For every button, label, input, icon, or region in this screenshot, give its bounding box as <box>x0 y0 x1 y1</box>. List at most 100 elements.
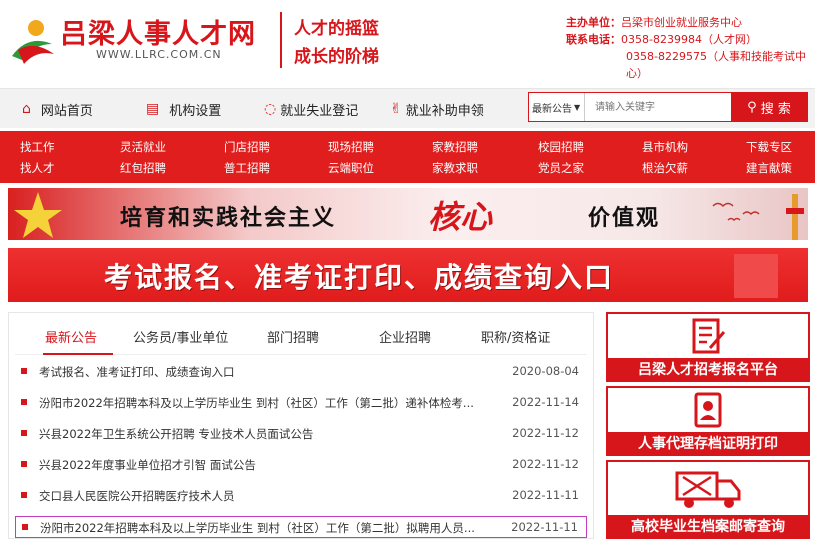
search-icon: ⚲ <box>747 99 757 115</box>
news-title[interactable]: 兴县2022年度事业单位招才引智 面试公告 <box>39 457 499 473</box>
search-select-value: 最新公告 <box>532 103 572 115</box>
card-label: 人事代理存档证明打印 <box>608 432 808 454</box>
logo-icon <box>12 20 54 64</box>
values-banner: 培育和实践社会主义 核心 价值观 <box>8 188 808 240</box>
menu-tutor-recruit[interactable]: 家教招聘 <box>432 139 478 155</box>
news-row[interactable]: 考试报名、准考证打印、成绩查询入口 2020-08-04 <box>15 361 587 383</box>
nav-employment-label: 就业失业登记 <box>280 103 359 119</box>
menu-county-org[interactable]: 县市机构 <box>642 139 688 155</box>
tab-latest[interactable]: 最新公告 <box>45 327 97 346</box>
news-title[interactable]: 考试报名、准考证打印、成绩查询入口 <box>39 364 499 380</box>
document-icon: ▤ <box>146 101 160 117</box>
site-title: 吕梁人事人才网 <box>60 19 256 50</box>
nav-home-label: 网站首页 <box>40 103 93 119</box>
news-date: 2022-11-14 <box>512 395 579 409</box>
phone1: 0358-8239984（人才网） <box>621 33 757 46</box>
search-button-label: 搜 索 <box>760 101 791 117</box>
card-exam-platform[interactable]: 吕梁人才招考报名平台 <box>606 312 810 382</box>
slogan-line1: 人才的摇篮 <box>294 19 379 39</box>
card-archive-print[interactable]: 人事代理存档证明打印 <box>606 386 810 456</box>
news-row[interactable]: 兴县2022年卫生系统公开招聘 专业技术人员面试公告 2022-11-12 <box>15 423 587 445</box>
header-divider <box>280 12 282 68</box>
nav-org-label: 机构设置 <box>169 103 222 119</box>
news-date: 2022-11-11 <box>512 488 579 502</box>
slogan-line2: 成长的阶梯 <box>294 47 379 67</box>
news-row[interactable]: 交口县人民医院公开招聘医疗技术人员 2022-11-11 <box>15 485 587 507</box>
thumb-icon: ✌ <box>390 101 402 117</box>
menu-redpacket-recruit[interactable]: 红包招聘 <box>120 160 166 176</box>
nav-home[interactable]: ⌂ 网站首页 <box>22 89 93 129</box>
search-category-select[interactable]: 最新公告 ▼ <box>529 93 585 121</box>
menu-onsite-recruit[interactable]: 现场招聘 <box>328 139 374 155</box>
search-button[interactable]: ⚲ 搜 索 <box>731 93 807 121</box>
menu-wage-arrears[interactable]: 根治欠薪 <box>642 160 688 176</box>
news-panel: 最新公告 公务员/事业单位 部门招聘 企业招聘 职称/资格证 考试报名、准考证打… <box>8 312 594 539</box>
news-title[interactable]: 汾阳市2022年招聘本科及以上学历毕业生 到村（社区）工作（第二批）拟聘用人员.… <box>40 520 500 536</box>
red-menu: 找工作 灵活就业 门店招聘 现场招聘 家教招聘 校园招聘 县市机构 下载专区 找… <box>0 131 815 183</box>
tab-certification[interactable]: 职称/资格证 <box>481 327 550 346</box>
menu-find-job[interactable]: 找工作 <box>20 139 55 155</box>
site-url: WWW.LLRC.COM.CN <box>96 48 222 61</box>
menu-tutor-seek[interactable]: 家教求职 <box>432 160 478 176</box>
values-text-left: 培育和实践社会主义 <box>120 205 337 231</box>
card-label: 吕梁人才招考报名平台 <box>608 358 808 380</box>
menu-find-talent[interactable]: 找人才 <box>20 160 55 176</box>
bullet-icon <box>21 461 27 467</box>
bullet-icon <box>21 399 27 405</box>
news-row[interactable]: 兴县2022年度事业单位招才引智 面试公告 2022-11-12 <box>15 454 587 476</box>
bullet-icon <box>21 430 27 436</box>
bullet-icon <box>21 368 27 374</box>
home-icon: ⌂ <box>22 101 31 117</box>
nav-employment[interactable]: ◌ 就业失业登记 <box>264 89 358 129</box>
nav-org[interactable]: ▤ 机构设置 <box>146 89 221 129</box>
host-label: 主办单位： <box>566 16 621 29</box>
chevron-down-icon: ▼ <box>574 102 581 112</box>
card-icon-area <box>608 462 808 516</box>
nav-subsidy-label: 就业补助申领 <box>405 103 484 119</box>
id-card-icon <box>694 392 722 428</box>
card-icon-area <box>608 314 808 358</box>
search-box: 最新公告 ▼ ⚲ 搜 索 <box>528 92 808 122</box>
phone-label: 联系电话： <box>566 33 621 46</box>
menu-cloud-jobs[interactable]: 云端职位 <box>328 160 374 176</box>
values-text-core: 核心 <box>428 198 493 236</box>
tiananmen-icon <box>786 194 804 240</box>
bullet-icon <box>21 492 27 498</box>
speech-icon: ◌ <box>264 101 277 117</box>
tab-enterprise[interactable]: 企业招聘 <box>379 327 431 346</box>
menu-suggestions[interactable]: 建言献策 <box>746 160 792 176</box>
banner-decoration <box>734 254 778 298</box>
nav-subsidy[interactable]: ✌ 就业补助申领 <box>390 89 484 129</box>
star-icon <box>14 192 62 238</box>
phone2: 0358-8229575（人事和技能考试中心） <box>626 50 806 80</box>
news-title[interactable]: 兴县2022年卫生系统公开招聘 专业技术人员面试公告 <box>39 426 499 442</box>
values-text-right: 价值观 <box>588 205 661 231</box>
exam-entry-banner[interactable]: 考试报名、准考证打印、成绩查询入口 <box>8 248 808 302</box>
tab-department[interactable]: 部门招聘 <box>267 327 319 346</box>
news-row[interactable]: 汾阳市2022年招聘本科及以上学历毕业生 到村（社区）工作（第二批）递补体检考.… <box>15 392 587 414</box>
tab-civil-service[interactable]: 公务员/事业单位 <box>133 327 228 346</box>
card-icon-area <box>608 388 808 432</box>
news-date: 2022-11-11 <box>511 520 578 534</box>
contact-info: 主办单位：吕梁市创业就业服务中心 联系电话：0358-8239984（人才网） … <box>566 14 815 82</box>
menu-downloads[interactable]: 下载专区 <box>746 139 792 155</box>
menu-flexible-job[interactable]: 灵活就业 <box>120 139 166 155</box>
news-row[interactable]: 汾阳市2022年招聘本科及以上学历毕业生 到村（社区）工作（第二批）拟聘用人员.… <box>15 516 587 538</box>
menu-party-home[interactable]: 党员之家 <box>538 160 584 176</box>
menu-campus-recruit[interactable]: 校园招聘 <box>538 139 584 155</box>
card-label: 高校毕业生档案邮寄查询 <box>608 515 808 537</box>
news-date: 2022-11-12 <box>512 426 579 440</box>
news-title[interactable]: 交口县人民医院公开招聘医疗技术人员 <box>39 488 499 504</box>
edit-form-icon <box>692 318 726 354</box>
truck-icon <box>675 471 741 508</box>
site-header: 吕梁人事人才网 WWW.LLRC.COM.CN 人才的摇篮 成长的阶梯 主办单位… <box>0 0 815 88</box>
menu-store-recruit[interactable]: 门店招聘 <box>224 139 270 155</box>
news-title[interactable]: 汾阳市2022年招聘本科及以上学历毕业生 到村（社区）工作（第二批）递补体检考.… <box>39 395 499 411</box>
search-input[interactable] <box>587 93 731 121</box>
host-value: 吕梁市创业就业服务中心 <box>621 16 742 29</box>
menu-worker-recruit[interactable]: 普工招聘 <box>224 160 270 176</box>
tab-active-underline <box>43 353 113 355</box>
card-archive-mail[interactable]: 高校毕业生档案邮寄查询 <box>606 460 810 539</box>
news-date: 2020-08-04 <box>512 364 579 378</box>
exam-entry-text: 考试报名、准考证打印、成绩查询入口 <box>104 261 615 294</box>
